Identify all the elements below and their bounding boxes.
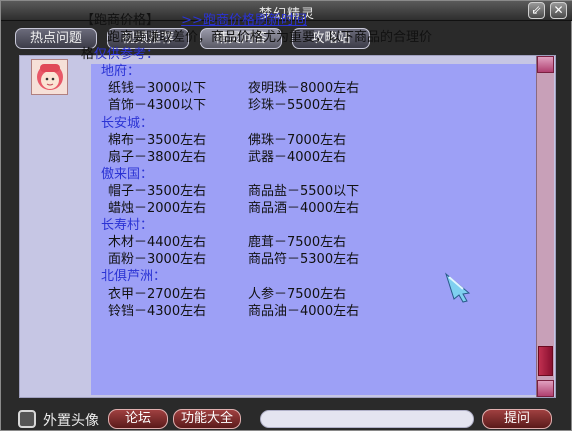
price-item: 首饰－4300以下 <box>108 98 207 114</box>
list-item: 面粉－3000左右 商品符－5300左右 <box>81 251 531 268</box>
section-name: 长寿村： <box>101 218 154 234</box>
list-item: 木材－4400左右 鹿茸－7500左右 <box>81 234 531 251</box>
list-item: 棉布－3500左右 佛珠－7000左右 <box>81 132 531 149</box>
mouse-cursor-icon <box>445 272 471 303</box>
list-item: 蜡烛－2000左右 商品酒－4000左右 <box>81 200 531 217</box>
question-input[interactable] <box>260 410 474 428</box>
close-icon[interactable]: ✕ <box>550 2 567 19</box>
ask-button[interactable]: 提问 <box>482 409 552 429</box>
article-heading: 【跑商价格】 <box>81 13 160 28</box>
price-item: 珍珠－5500左右 <box>248 98 347 114</box>
intro-prefix: 格 <box>81 47 95 63</box>
price-item: 夜明珠－8000左右 <box>248 81 360 97</box>
price-item: 商品盐－5500以下 <box>248 183 360 199</box>
price-item: 衣甲－2700左右 <box>108 286 207 302</box>
article-heading-line: 【跑商价格】 >>跑商价格刷新时间 <box>81 12 531 29</box>
external-avatar-checkbox[interactable] <box>18 410 36 428</box>
list-item: 帽子－3500左右 商品盐－5500以下 <box>81 183 531 200</box>
price-item: 佛珠－7000左右 <box>248 132 347 148</box>
price-item: 商品符－5300左右 <box>248 252 360 268</box>
scroll-up-icon[interactable] <box>537 56 554 73</box>
price-item: 商品酒－4000左右 <box>248 201 360 217</box>
list-item: 首饰－4300以下 珍珠－5500左右 <box>81 97 531 114</box>
price-item: 帽子－3500左右 <box>108 183 207 199</box>
price-item: 扇子－3800左右 <box>108 149 207 165</box>
bottom-bar: 外置头像 论坛 功能大全 提问 <box>1 406 572 431</box>
list-item: 纸钱－3000以下 夜明珠－8000左右 <box>81 80 531 97</box>
intro-line-1: 跑商要赚取差价，商品价格尤为重要，以下商品的合理价 <box>107 30 433 46</box>
refresh-time-link[interactable]: >>跑商价格刷新时间 <box>181 13 307 28</box>
features-button[interactable]: 功能大全 <box>173 409 241 429</box>
price-item: 武器－4000左右 <box>248 149 347 165</box>
intro-line-2: 格仅供参考： <box>81 46 531 63</box>
price-item: 商品油－4000左右 <box>248 303 360 319</box>
price-item: 木材－4400左右 <box>108 235 207 251</box>
sprite-window: 梦幻精灵 ⇙ ✕ 热点问题 视频推荐 精灵问答 攻略站 【跑商价格】 >>跑商价… <box>0 0 572 431</box>
price-item: 鹿茸－7500左右 <box>248 235 347 251</box>
section-name: 傲来国： <box>101 166 154 182</box>
section-name: 长安城： <box>101 115 154 131</box>
price-item: 蜡烛－2000左右 <box>108 201 207 217</box>
list-item: 扇子－3800左右 武器－4000左右 <box>81 149 531 166</box>
intro-reference: 仅供参考： <box>94 47 160 63</box>
sprite-avatar <box>31 59 68 95</box>
price-item: 铃铛－4300左右 <box>108 303 207 319</box>
price-item: 人参－7500左右 <box>248 286 347 302</box>
scroll-thumb[interactable] <box>538 346 553 376</box>
external-avatar-label: 外置头像 <box>43 413 99 429</box>
price-item: 面粉－3000左右 <box>108 252 207 268</box>
scroll-down-icon[interactable] <box>537 380 554 397</box>
list-item: 铃铛－4300左右 商品油－4000左右 <box>81 303 531 320</box>
price-item: 棉布－3500左右 <box>108 132 207 148</box>
vertical-scrollbar[interactable] <box>536 56 554 397</box>
price-item: 纸钱－3000以下 <box>108 81 207 97</box>
section-name: 地府： <box>101 64 141 80</box>
forum-button[interactable]: 论坛 <box>108 409 168 429</box>
